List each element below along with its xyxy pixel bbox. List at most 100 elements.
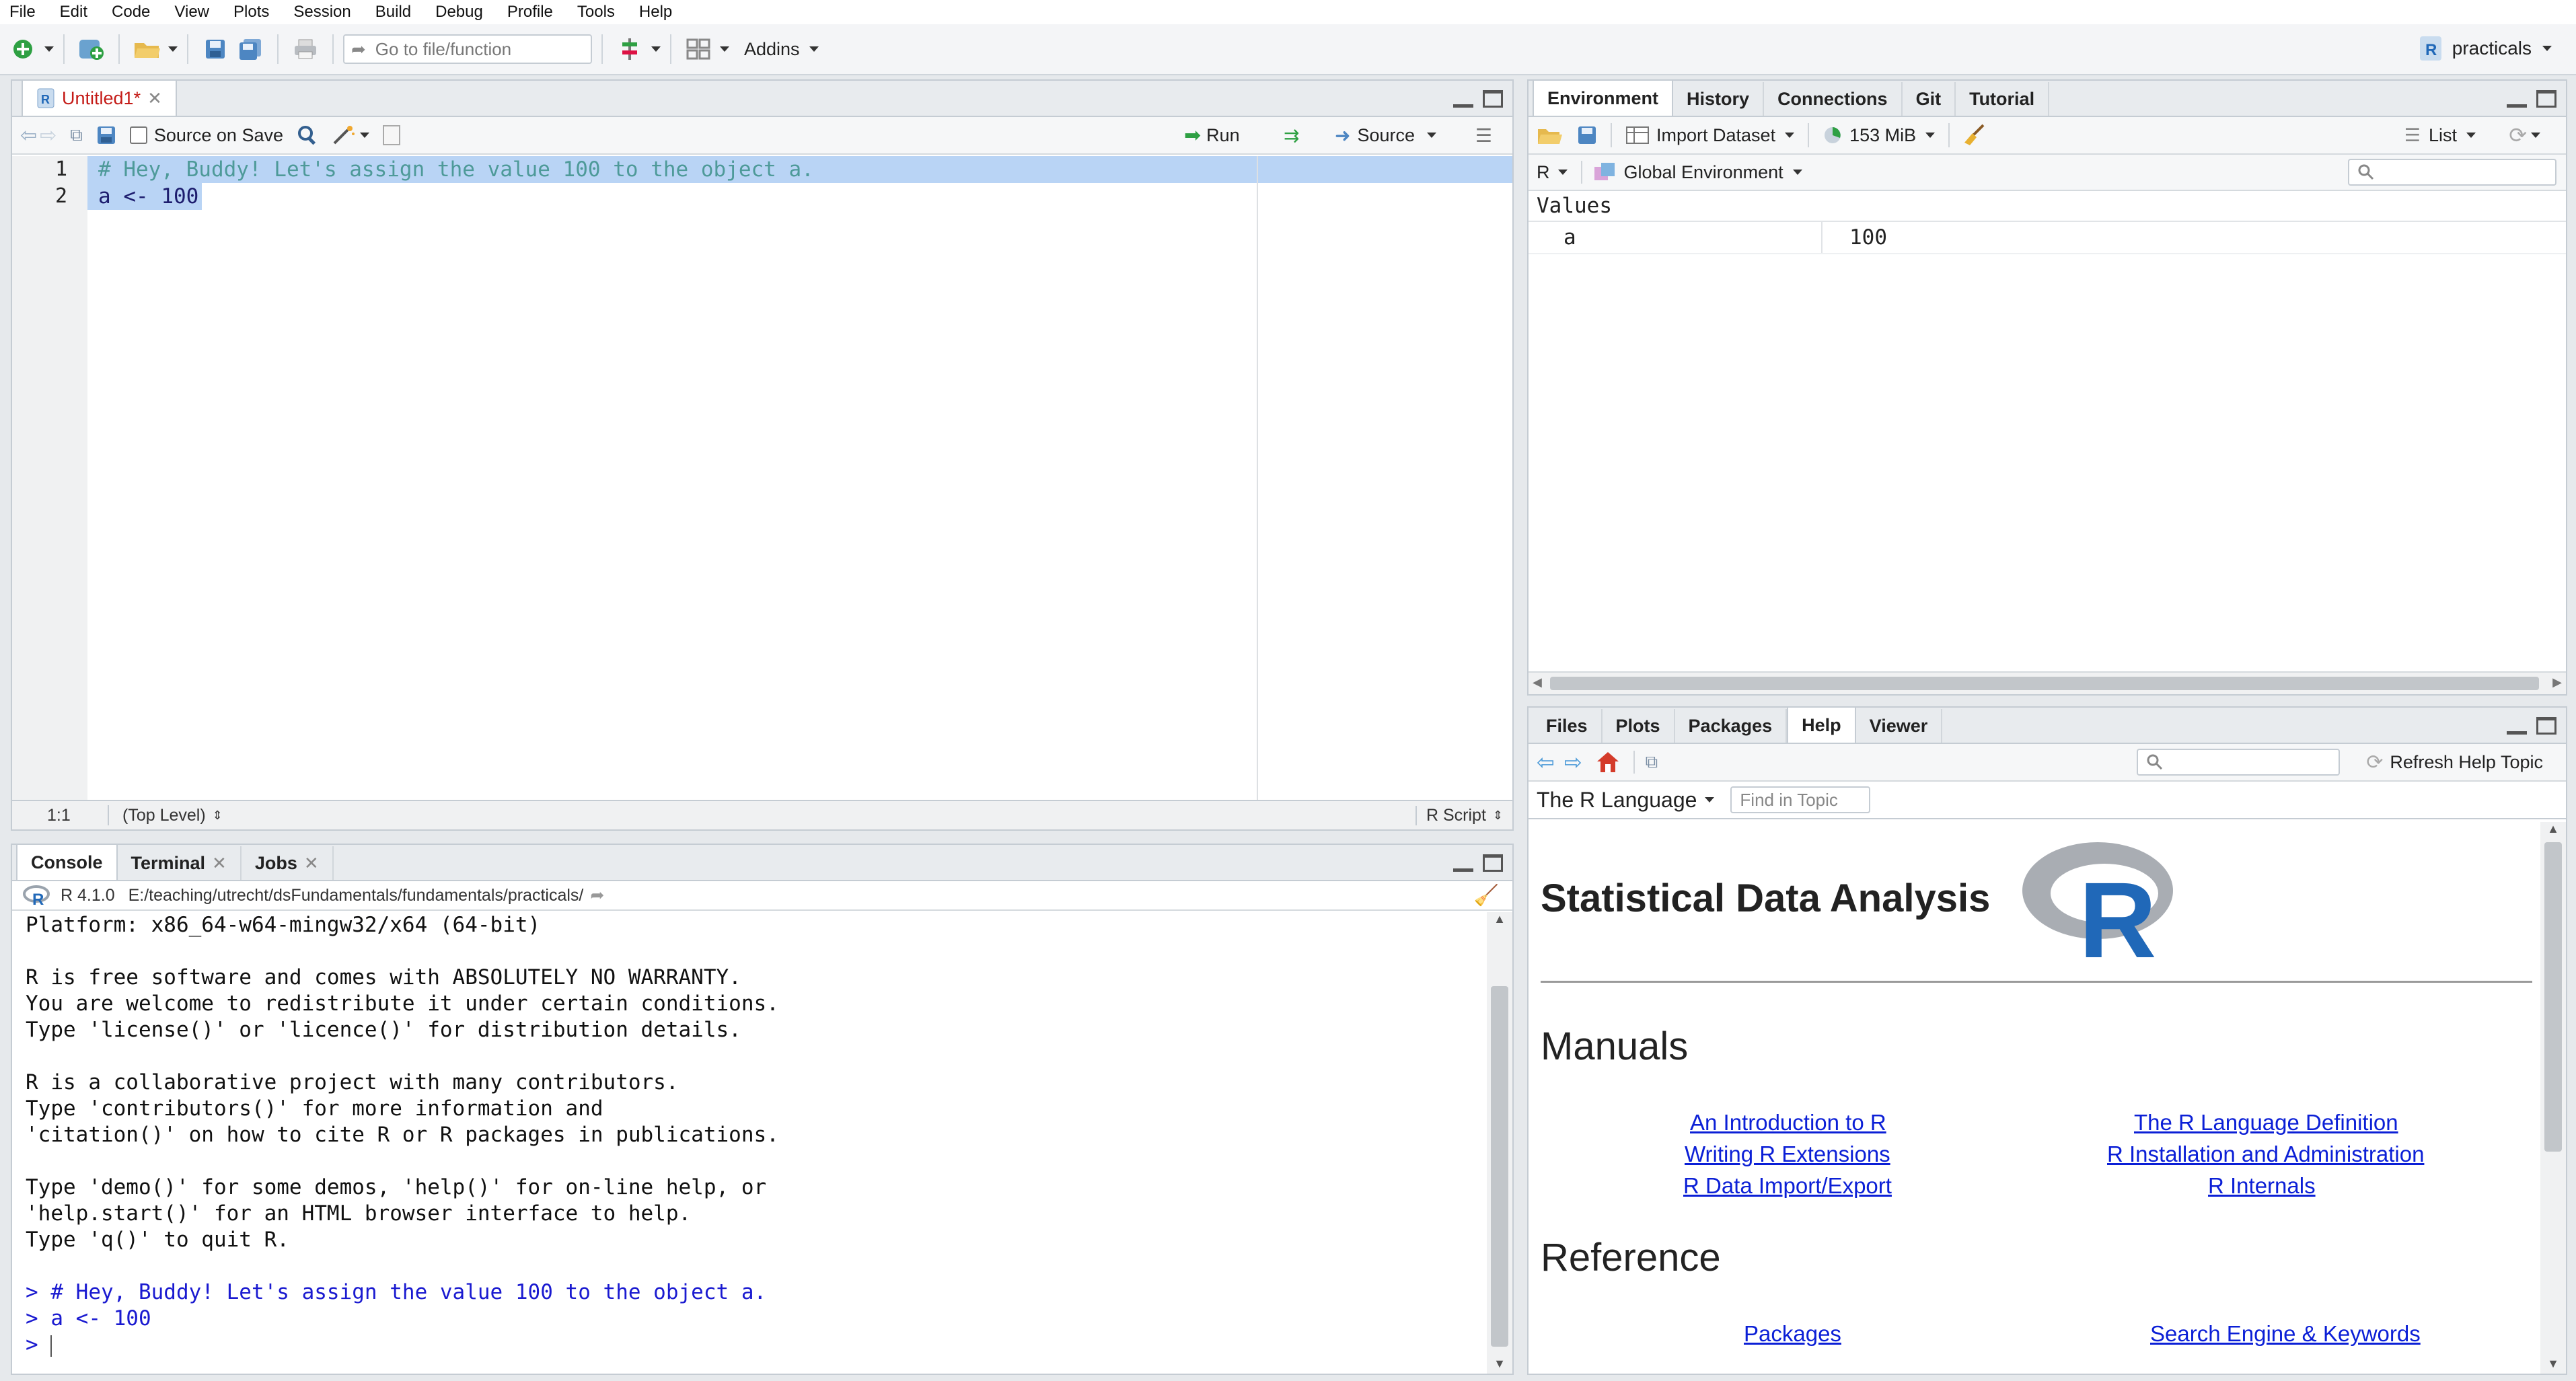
project-menu[interactable]: R practicals bbox=[2419, 35, 2552, 62]
hscroll-thumb[interactable] bbox=[1550, 677, 2539, 690]
addins-menu[interactable]: Addins bbox=[744, 39, 819, 60]
tab-plots[interactable]: Plots bbox=[1603, 709, 1675, 743]
manual-link-data-import[interactable]: R Data Import/Export bbox=[1683, 1173, 1892, 1199]
back-arrow-icon[interactable]: ⇦ bbox=[20, 124, 37, 147]
menu-plots[interactable]: Plots bbox=[233, 3, 269, 22]
tab-git[interactable]: Git bbox=[1903, 82, 1956, 116]
new-file-dropdown-icon[interactable] bbox=[44, 46, 54, 52]
tab-help[interactable]: Help bbox=[1787, 706, 1856, 743]
help-back-arrow-icon[interactable]: ⇦ bbox=[1537, 749, 1555, 775]
minimize-icon[interactable] bbox=[1453, 90, 1473, 108]
console-output[interactable]: Platform: x86_64-w64-mingw32/x64 (64-bit… bbox=[12, 912, 1485, 1374]
clear-workspace-broom-icon[interactable] bbox=[1963, 124, 1986, 147]
menu-edit[interactable]: Edit bbox=[60, 3, 87, 22]
tab-tutorial[interactable]: Tutorial bbox=[1956, 82, 2050, 116]
workspace-panes-icon[interactable] bbox=[685, 36, 712, 63]
scroll-right-arrow-icon[interactable]: ▶ bbox=[2552, 675, 2562, 689]
home-icon[interactable] bbox=[1596, 751, 1620, 774]
manual-link-language-definition[interactable]: The R Language Definition bbox=[2134, 1110, 2398, 1135]
manual-link-intro[interactable]: An Introduction to R bbox=[1690, 1110, 1886, 1135]
tab-untitled1[interactable]: R Untitled1* ✕ bbox=[22, 79, 177, 116]
clear-console-broom-icon[interactable]: 🧹 bbox=[1474, 884, 1499, 907]
code-area[interactable]: # Hey, Buddy! Let's assign the value 100… bbox=[87, 156, 1512, 800]
refresh-help-button[interactable]: ⟳ Refresh Help Topic bbox=[2366, 751, 2543, 774]
help-scrollbar[interactable]: ▲ ▼ bbox=[2540, 822, 2566, 1374]
scroll-down-arrow-icon[interactable]: ▼ bbox=[2540, 1357, 2566, 1371]
go-to-file-input[interactable]: ➦ Go to file/function bbox=[343, 34, 592, 64]
scroll-up-arrow-icon[interactable]: ▲ bbox=[2540, 822, 2566, 838]
console-prompt[interactable]: > bbox=[26, 1332, 1485, 1358]
console-scrollbar[interactable]: ▲ ▼ bbox=[1487, 912, 1512, 1374]
tab-connections[interactable]: Connections bbox=[1764, 82, 1903, 116]
maximize-icon[interactable] bbox=[2536, 717, 2556, 735]
language-selector[interactable]: R bbox=[1537, 162, 1568, 183]
manual-link-installation[interactable]: R Installation and Administration bbox=[2107, 1142, 2424, 1167]
document-outline-icon[interactable]: ☰ bbox=[1475, 124, 1492, 147]
code-editor[interactable]: 1 2 # Hey, Buddy! Let's assign the value… bbox=[12, 156, 1512, 800]
save-workspace-icon[interactable] bbox=[1577, 125, 1597, 145]
new-file-icon[interactable] bbox=[9, 36, 36, 63]
help-search-input[interactable] bbox=[2137, 749, 2340, 776]
scroll-up-arrow-icon[interactable]: ▲ bbox=[1487, 912, 1512, 928]
vcs-dropdown-icon[interactable] bbox=[651, 46, 661, 52]
tab-files[interactable]: Files bbox=[1533, 709, 1603, 743]
compile-report-icon[interactable] bbox=[382, 125, 400, 145]
tab-viewer[interactable]: Viewer bbox=[1856, 709, 1943, 743]
minimize-icon[interactable] bbox=[1453, 854, 1473, 872]
scroll-thumb[interactable] bbox=[1491, 986, 1508, 1347]
close-terminal-icon[interactable]: ✕ bbox=[212, 853, 227, 874]
rerun-icon[interactable]: ⇉ bbox=[1284, 124, 1299, 147]
manual-link-internals[interactable]: R Internals bbox=[2208, 1173, 2316, 1199]
open-file-dropdown-icon[interactable] bbox=[168, 46, 178, 52]
save-editor-icon[interactable] bbox=[96, 125, 116, 145]
minimize-icon[interactable] bbox=[2507, 717, 2527, 735]
refresh-environment-icon[interactable]: ⟳ bbox=[2509, 122, 2540, 148]
maximize-icon[interactable] bbox=[1483, 854, 1503, 872]
environment-row[interactable]: a 100 bbox=[1529, 222, 2566, 254]
save-all-icon[interactable] bbox=[237, 36, 264, 63]
tab-console[interactable]: Console bbox=[16, 844, 118, 880]
scope-selector[interactable]: (Top Level) ⇕ bbox=[122, 806, 223, 825]
menu-profile[interactable]: Profile bbox=[507, 3, 553, 22]
maximize-icon[interactable] bbox=[2536, 90, 2556, 108]
scroll-left-arrow-icon[interactable]: ◀ bbox=[1533, 675, 1542, 689]
source-button[interactable]: ➜ Source bbox=[1335, 124, 1437, 147]
scroll-down-arrow-icon[interactable]: ▼ bbox=[1487, 1357, 1512, 1371]
find-in-topic-input[interactable]: Find in Topic bbox=[1730, 786, 1871, 813]
forward-arrow-icon[interactable]: ⇨ bbox=[40, 124, 57, 147]
reference-link-packages[interactable]: Packages bbox=[1744, 1321, 1841, 1347]
search-icon[interactable] bbox=[297, 124, 318, 146]
menu-debug[interactable]: Debug bbox=[435, 3, 483, 22]
code-tools-wand-icon[interactable] bbox=[332, 124, 369, 146]
vcs-icon[interactable] bbox=[616, 36, 643, 63]
run-button[interactable]: ➡ Run bbox=[1184, 124, 1240, 147]
close-jobs-icon[interactable]: ✕ bbox=[304, 853, 319, 874]
menu-file[interactable]: File bbox=[9, 3, 36, 22]
source-on-save-checkbox[interactable]: Source on Save bbox=[129, 125, 283, 146]
menu-view[interactable]: View bbox=[174, 3, 209, 22]
close-tab-icon[interactable]: ✕ bbox=[147, 88, 162, 109]
tab-terminal[interactable]: Terminal ✕ bbox=[118, 846, 242, 880]
open-file-icon[interactable] bbox=[133, 36, 160, 63]
menu-help[interactable]: Help bbox=[639, 3, 672, 22]
memory-usage-button[interactable]: 153 MiB bbox=[1823, 125, 1936, 146]
filetype-selector[interactable]: R Script ⇕ bbox=[1415, 805, 1503, 825]
tab-jobs[interactable]: Jobs ✕ bbox=[242, 846, 334, 880]
workspace-panes-dropdown-icon[interactable] bbox=[720, 46, 729, 52]
tab-history[interactable]: History bbox=[1673, 82, 1765, 116]
manual-link-writing-extensions[interactable]: Writing R Extensions bbox=[1685, 1142, 1890, 1167]
print-icon[interactable] bbox=[292, 36, 319, 63]
menu-code[interactable]: Code bbox=[112, 3, 150, 22]
tab-environment[interactable]: Environment bbox=[1533, 79, 1674, 116]
menu-session[interactable]: Session bbox=[293, 3, 351, 22]
tab-packages[interactable]: Packages bbox=[1675, 709, 1788, 743]
save-icon[interactable] bbox=[202, 36, 229, 63]
environment-search-input[interactable] bbox=[2348, 159, 2556, 186]
show-in-window-icon[interactable]: ⧉ bbox=[70, 124, 83, 146]
scope-selector[interactable]: Global Environment bbox=[1593, 161, 1802, 183]
help-forward-arrow-icon[interactable]: ⇨ bbox=[1564, 749, 1582, 775]
view-mode-button[interactable]: ☰ List bbox=[2404, 125, 2476, 146]
topic-selector[interactable]: The R Language bbox=[1537, 788, 1715, 813]
maximize-icon[interactable] bbox=[1483, 90, 1503, 108]
go-to-directory-icon[interactable]: ➦ bbox=[590, 885, 604, 905]
